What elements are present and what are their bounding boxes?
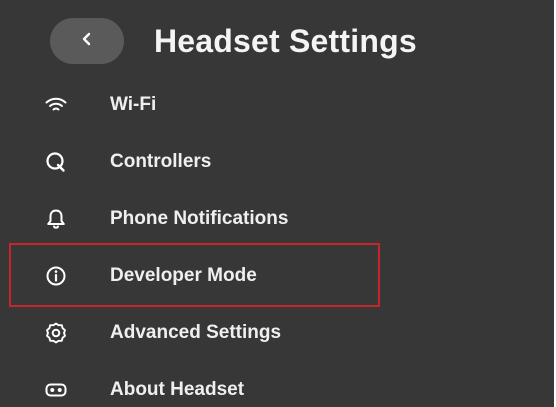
bell-icon	[44, 207, 68, 231]
page-title: Headset Settings	[154, 23, 417, 59]
menu-item-advanced-settings[interactable]: Advanced Settings	[0, 309, 554, 357]
menu-item-label: About Headset	[110, 379, 245, 400]
gear-icon	[44, 321, 68, 345]
menu-item-label: Controllers	[110, 151, 212, 172]
headset-icon	[44, 378, 68, 402]
menu-item-label: Wi-Fi	[110, 94, 157, 115]
menu-item-label: Advanced Settings	[110, 322, 282, 343]
menu-item-about-headset[interactable]: About Headset	[0, 366, 554, 407]
header: Headset Settings	[0, 0, 554, 80]
chevron-left-icon	[79, 31, 95, 52]
back-button[interactable]	[50, 18, 124, 64]
menu-item-label: Phone Notifications	[110, 208, 289, 229]
settings-panel: Headset Settings Wi-Fi Controllers Phone…	[0, 0, 554, 407]
wifi-icon	[44, 93, 68, 117]
menu-item-controllers[interactable]: Controllers	[0, 138, 554, 186]
menu-item-phone-notifications[interactable]: Phone Notifications	[0, 195, 554, 243]
controller-icon	[44, 150, 68, 174]
highlight-box	[9, 243, 380, 307]
menu-item-wifi[interactable]: Wi-Fi	[0, 81, 554, 129]
